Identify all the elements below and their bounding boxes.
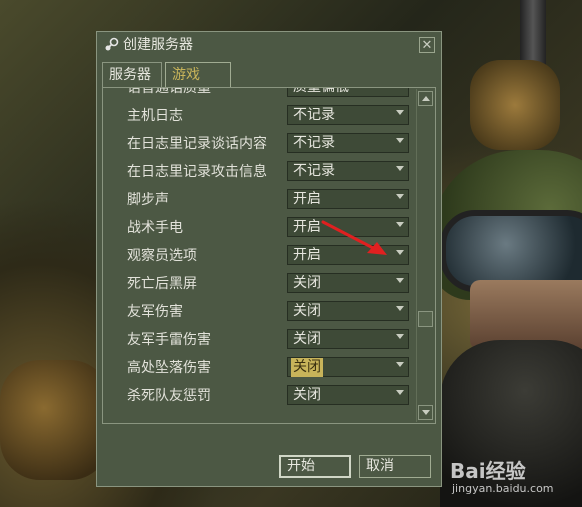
chevron-down-icon	[396, 306, 404, 311]
setting-dropdown[interactable]: 关闭	[287, 273, 409, 293]
settings-row: 高处坠落伤害 关闭	[103, 354, 415, 382]
create-server-dialog: 创建服务器 ✕ 服务器 游戏 语音通话质量 质量偏低 主机日志 不记录 在日志里…	[96, 31, 442, 487]
window-title: 创建服务器	[123, 37, 193, 53]
annotation-arrow-icon	[321, 220, 387, 255]
settings-row: 杀死队友惩罚 关闭	[103, 382, 415, 410]
chevron-down-icon	[396, 250, 404, 255]
watermark-url: jingyan.baidu.com	[452, 482, 554, 495]
dropdown-value: 质量偏低	[293, 88, 349, 97]
background-hand	[0, 360, 110, 480]
close-button[interactable]: ✕	[419, 37, 435, 53]
watermark: Bai经验 jingyan.baidu.com	[450, 455, 578, 503]
background-glove	[470, 60, 560, 150]
dropdown-value: 关闭	[293, 303, 321, 319]
setting-label: 在日志里记录谈话内容	[127, 136, 267, 152]
dropdown-value: 不记录	[293, 163, 335, 179]
scroll-down-button[interactable]	[418, 405, 433, 420]
scroll-up-button[interactable]	[418, 91, 433, 106]
tab-server[interactable]: 服务器	[102, 62, 162, 87]
setting-dropdown[interactable]: 不记录	[287, 161, 409, 181]
settings-row: 在日志里记录谈话内容 不记录	[103, 130, 415, 158]
chevron-down-icon	[396, 110, 404, 115]
setting-dropdown[interactable]: 质量偏低	[287, 88, 409, 97]
setting-label: 语音通话质量	[127, 88, 211, 96]
dropdown-value: 不记录	[293, 107, 335, 123]
settings-row: 友军手雷伤害 关闭	[103, 326, 415, 354]
scrollbar-thumb[interactable]	[418, 311, 433, 327]
dropdown-value: 关闭	[293, 387, 321, 403]
steam-icon	[103, 37, 119, 53]
setting-dropdown[interactable]: 不记录	[287, 133, 409, 153]
setting-label: 脚步声	[127, 192, 169, 208]
setting-dropdown[interactable]: 关闭	[287, 385, 409, 405]
setting-dropdown[interactable]: 不记录	[287, 105, 409, 125]
setting-label: 在日志里记录攻击信息	[127, 164, 267, 180]
chevron-down-icon	[396, 138, 404, 143]
settings-row: 死亡后黑屏 关闭	[103, 270, 415, 298]
setting-label: 杀死队友惩罚	[127, 388, 211, 404]
chevron-down-icon	[396, 334, 404, 339]
setting-dropdown[interactable]: 关闭	[287, 357, 409, 377]
chevron-down-icon	[396, 166, 404, 171]
setting-label: 观察员选项	[127, 248, 197, 264]
setting-dropdown[interactable]: 关闭	[287, 329, 409, 349]
chevron-down-icon	[396, 362, 404, 367]
setting-label: 主机日志	[127, 108, 183, 124]
setting-label: 死亡后黑屏	[127, 276, 197, 292]
chevron-down-icon	[396, 222, 404, 227]
title-bar[interactable]: 创建服务器 ✕	[97, 32, 441, 58]
dropdown-value: 开启	[293, 191, 321, 207]
vertical-scrollbar[interactable]	[416, 89, 434, 422]
dropdown-value: 不记录	[293, 135, 335, 151]
chevron-down-icon	[396, 194, 404, 199]
tab-game[interactable]: 游戏	[165, 62, 231, 87]
setting-label: 友军伤害	[127, 304, 183, 320]
dropdown-value: 关闭	[293, 275, 321, 291]
setting-label: 友军手雷伤害	[127, 332, 211, 348]
settings-row: 主机日志 不记录	[103, 102, 415, 130]
settings-row: 在日志里记录攻击信息 不记录	[103, 158, 415, 186]
setting-dropdown[interactable]: 关闭	[287, 301, 409, 321]
cancel-button[interactable]: 取消	[359, 455, 431, 478]
chevron-down-icon	[396, 390, 404, 395]
setting-label: 战术手电	[127, 220, 183, 236]
watermark-logo: Bai经验	[450, 459, 526, 483]
setting-dropdown[interactable]: 开启	[287, 189, 409, 209]
settings-row: 友军伤害 关闭	[103, 298, 415, 326]
setting-label: 高处坠落伤害	[127, 360, 211, 376]
settings-row: 脚步声 开启	[103, 186, 415, 214]
start-button[interactable]: 开始	[279, 455, 351, 478]
chevron-down-icon	[396, 278, 404, 283]
dropdown-value: 关闭	[293, 331, 321, 347]
settings-row: 语音通话质量 质量偏低	[103, 88, 415, 102]
dropdown-value: 关闭	[291, 358, 323, 377]
